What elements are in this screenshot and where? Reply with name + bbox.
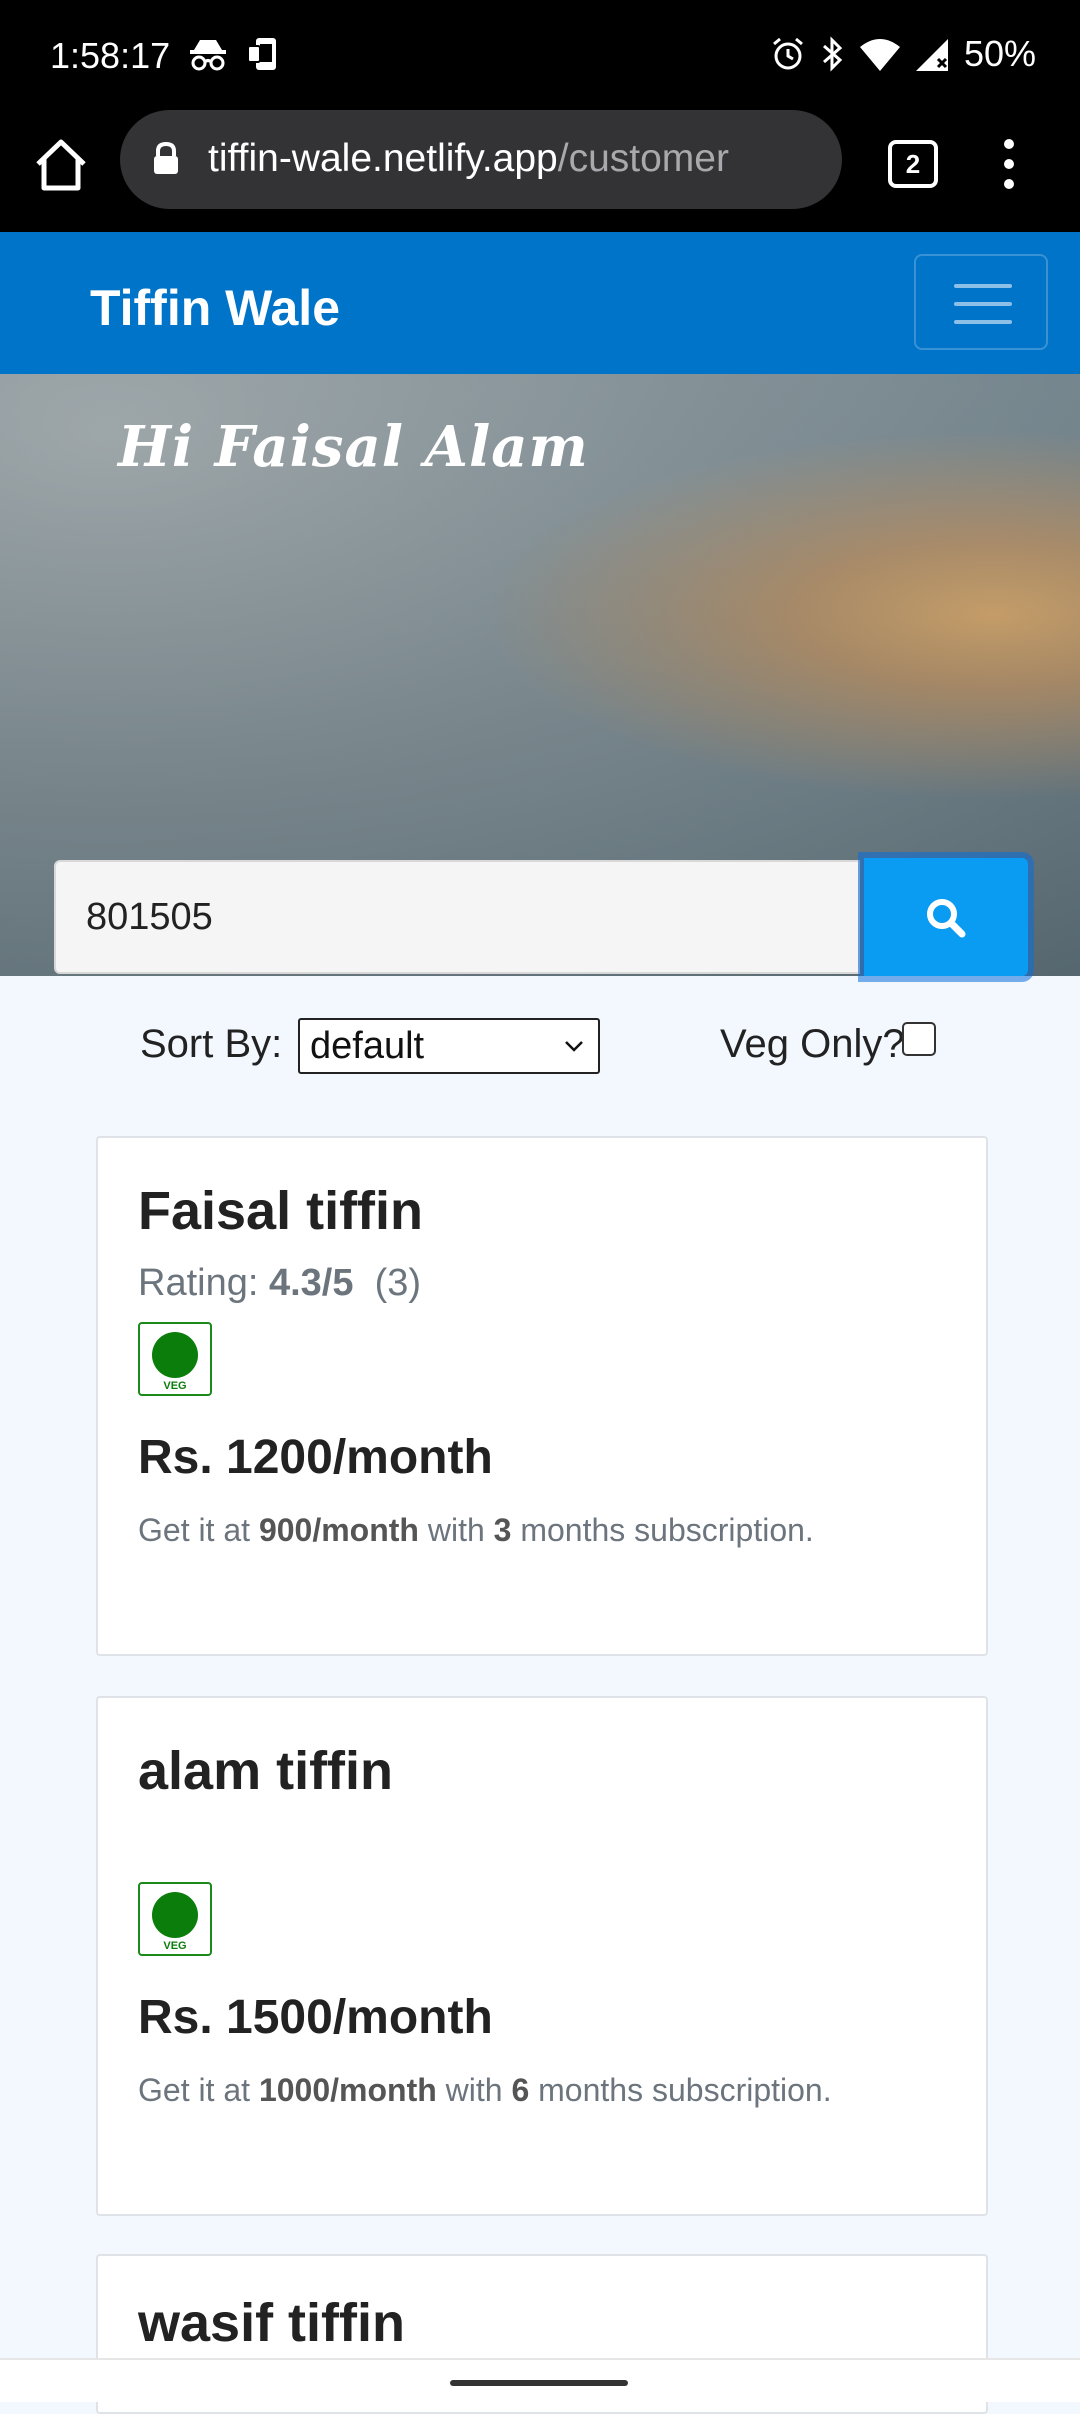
- veg-dot: [152, 1332, 198, 1378]
- pincode-search-input[interactable]: 801505: [54, 860, 860, 974]
- url-path: /customer: [557, 137, 729, 180]
- device-icon: [247, 38, 276, 70]
- offer-months: 6: [511, 2072, 530, 2108]
- offer-price: 1000/month: [258, 2072, 437, 2108]
- status-bar: 1:58:17 50%: [0, 0, 1080, 110]
- offer-prefix: Get it at: [138, 2072, 251, 2108]
- offer-price: 900/month: [258, 1512, 419, 1548]
- subscription-offer: Get it at 900/month with 3 months subscr…: [138, 1512, 814, 1549]
- subscription-offer: Get it at 1000/month with 6 months subsc…: [138, 2072, 832, 2109]
- bluetooth-icon: [822, 36, 843, 72]
- url-domain: tiffin-wale.netlify.app: [208, 137, 558, 180]
- home-gesture-handle[interactable]: [450, 2380, 628, 2386]
- greeting-text: Hi Faisal Alam: [118, 414, 589, 480]
- signal-icon: [915, 39, 948, 71]
- alarm-icon: [772, 37, 803, 70]
- offer-months: 3: [493, 1512, 512, 1548]
- status-left-icons: [188, 36, 282, 72]
- chevron-down-icon: [565, 1041, 583, 1052]
- rating-value: 4.3/5: [268, 1262, 354, 1304]
- veg-badge-text: VEG: [163, 1380, 187, 1392]
- brand-logo[interactable]: Tiffin Wale: [90, 280, 340, 336]
- gesture-bar: [0, 2358, 1080, 2402]
- menu-toggle-button[interactable]: [914, 254, 1048, 350]
- tiffin-name: alam tiffin: [138, 1741, 394, 1801]
- tab-switcher-button[interactable]: 2: [888, 140, 938, 188]
- incognito-icon: [190, 40, 226, 71]
- sort-selected-value: default: [310, 1025, 425, 1067]
- offer-suffix: months subscription.: [520, 1512, 814, 1548]
- veg-badge-text: VEG: [163, 1940, 187, 1952]
- tiffin-rating: Rating: 4.3/5 (3): [138, 1262, 421, 1305]
- status-time: 1:58:17: [50, 35, 171, 76]
- offer-prefix: Get it at: [138, 1512, 251, 1548]
- status-right: 50%: [770, 34, 1036, 74]
- url-text: tiffin-wale.netlify.app/customer: [208, 136, 828, 182]
- tiffin-price: Rs. 1500/month: [138, 1991, 493, 2044]
- search-icon: [927, 899, 966, 938]
- more-options-icon[interactable]: [996, 134, 1022, 194]
- veg-icon: VEG: [138, 1882, 212, 1956]
- tiffin-price: Rs. 1200/month: [138, 1431, 493, 1484]
- veg-dot: [152, 1892, 198, 1938]
- sort-label: Sort By:: [140, 1022, 283, 1066]
- veg-only-checkbox[interactable]: [902, 1022, 936, 1056]
- home-icon[interactable]: [30, 134, 92, 196]
- tiffin-card[interactable]: alam tiffin VEG Rs. 1500/month Get it at…: [96, 1696, 988, 2216]
- hamburger-icon: [954, 320, 1012, 324]
- tiffin-name: wasif tiffin: [138, 2293, 405, 2353]
- offer-suffix: months subscription.: [538, 2072, 832, 2108]
- tiffin-name: Faisal tiffin: [138, 1181, 424, 1241]
- offer-with: with: [427, 1512, 485, 1548]
- browser-toolbar: tiffin-wale.netlify.app/customer 2: [0, 110, 1080, 232]
- wifi-icon: [859, 39, 900, 71]
- hamburger-icon: [954, 284, 1012, 288]
- sort-dropdown[interactable]: default: [298, 1018, 600, 1074]
- veg-icon: VEG: [138, 1322, 212, 1396]
- rating-count: (3): [374, 1262, 422, 1304]
- battery-level: 50%: [963, 33, 1036, 74]
- offer-with: with: [445, 2072, 503, 2108]
- site-navbar: Tiffin Wale: [0, 232, 1080, 374]
- rating-label: Rating:: [138, 1262, 259, 1304]
- search-button[interactable]: [864, 858, 1028, 976]
- address-bar[interactable]: tiffin-wale.netlify.app/customer: [120, 110, 842, 209]
- hamburger-icon: [954, 302, 1012, 306]
- lock-icon: [154, 142, 178, 174]
- tiffin-card[interactable]: Faisal tiffin Rating: 4.3/5 (3) VEG Rs. …: [96, 1136, 988, 1656]
- veg-only-label: Veg Only?: [720, 1022, 905, 1066]
